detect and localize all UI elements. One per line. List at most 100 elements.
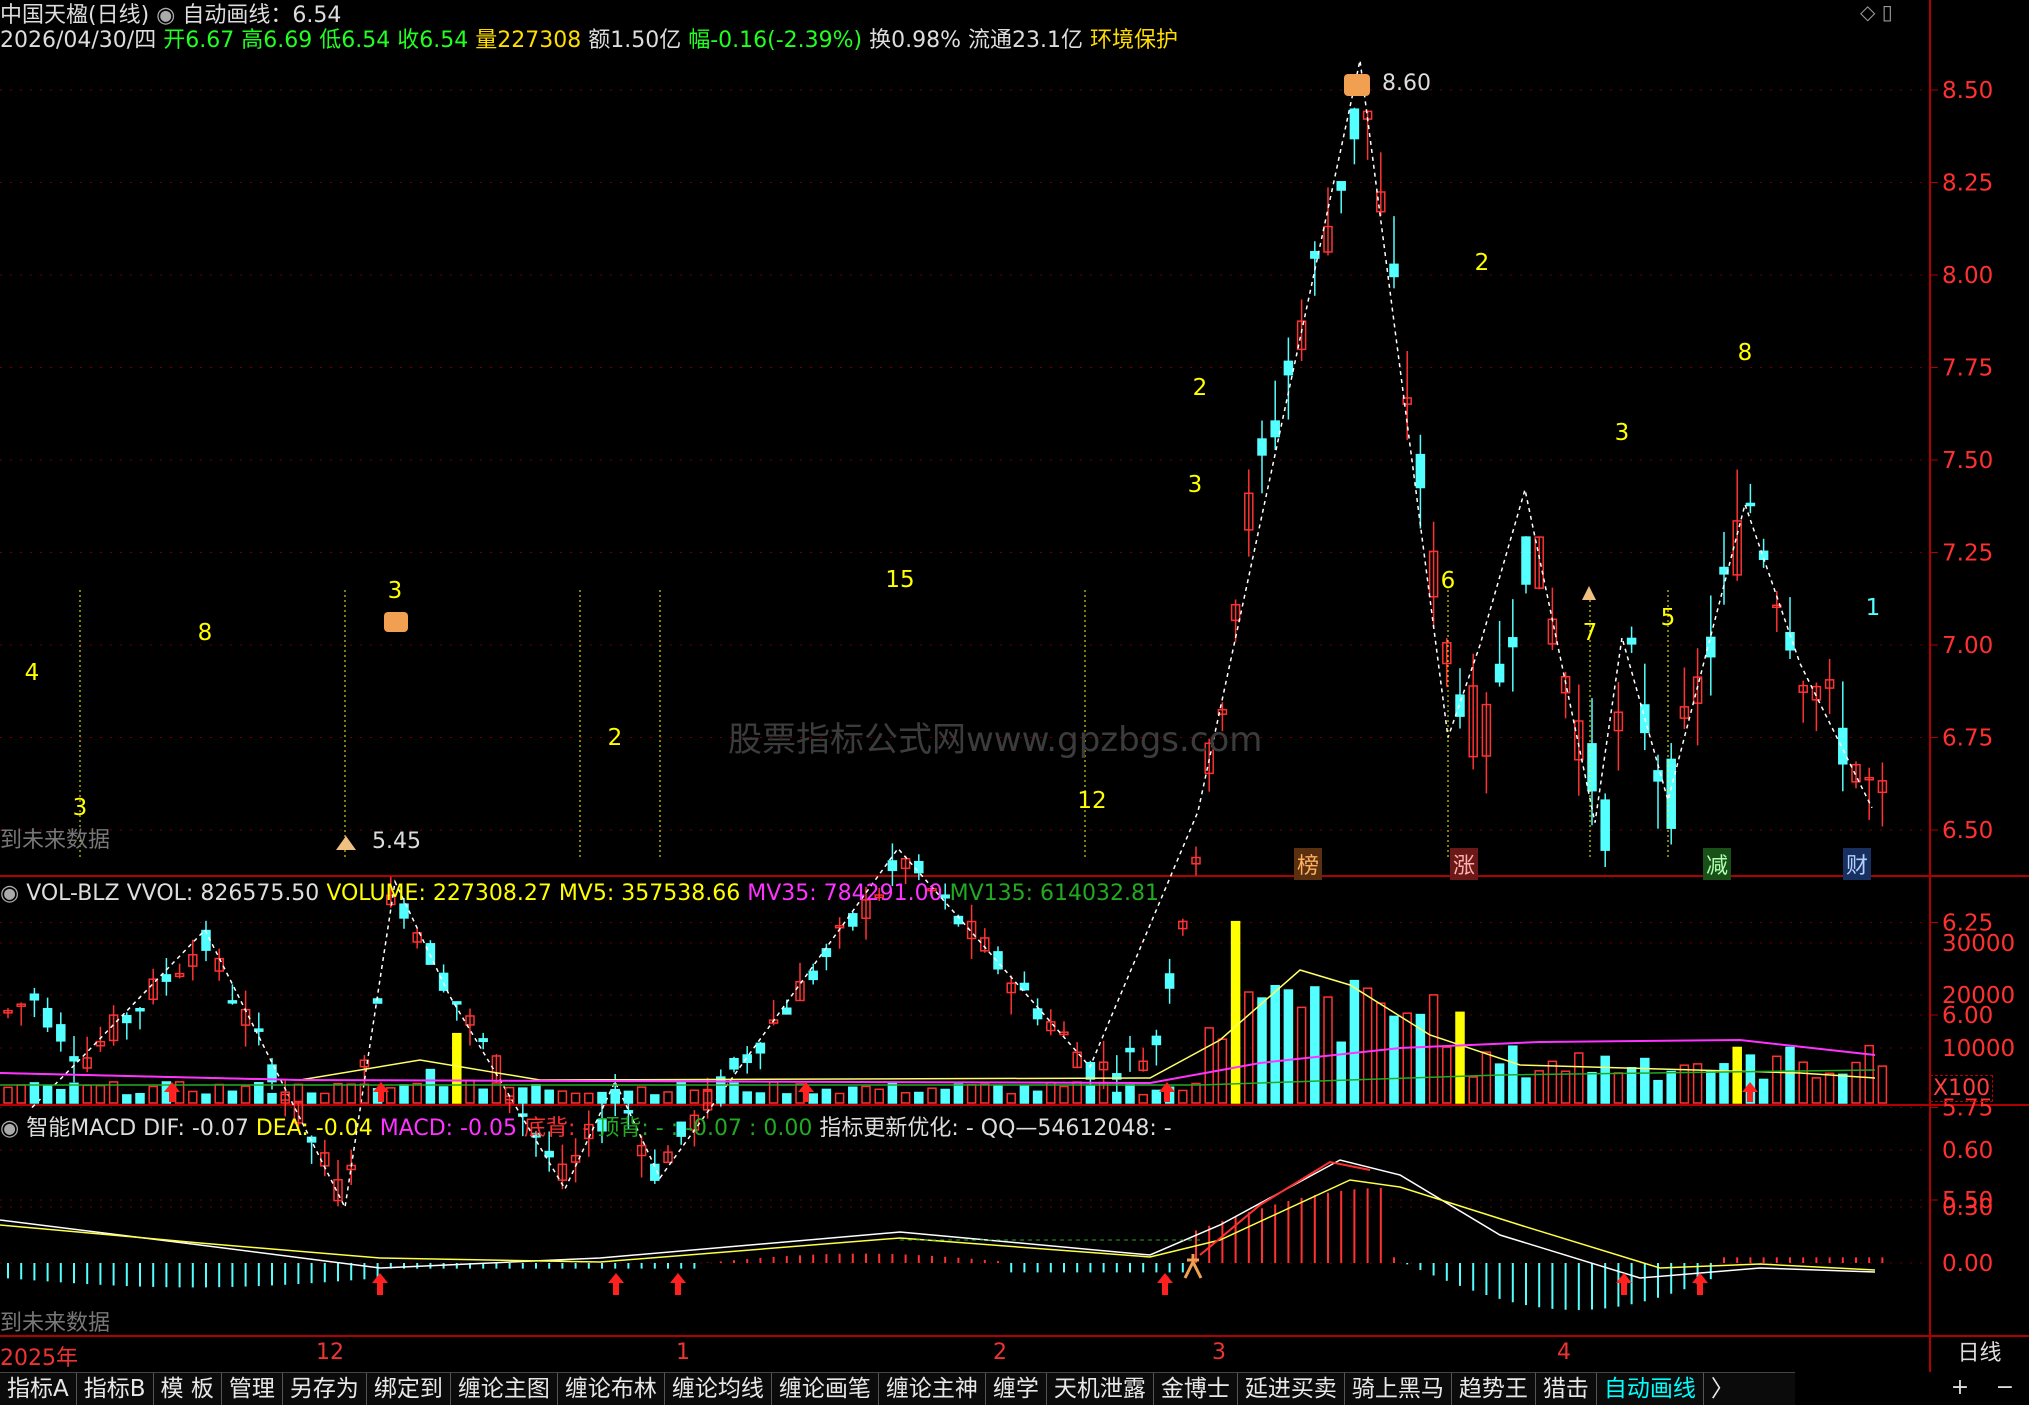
- volume-bar: [689, 1089, 700, 1104]
- tab-manage[interactable]: 管理: [222, 1373, 283, 1405]
- candle-body: [478, 1038, 488, 1043]
- volume-bar: [42, 1084, 53, 1104]
- tab-template[interactable]: 模 板: [154, 1373, 222, 1405]
- macd-dif: DIF: -0.07: [143, 1116, 249, 1141]
- volume-bar: [927, 1087, 937, 1104]
- volume-bar: [1323, 996, 1333, 1104]
- candle-body: [914, 860, 924, 874]
- candle-body: [1032, 1008, 1043, 1020]
- volume-bar: [1600, 1055, 1610, 1104]
- macd-extra2: : 0.00: [749, 1116, 813, 1141]
- tab-dr-gold[interactable]: 金博士: [1154, 1373, 1238, 1405]
- zoom-out-button[interactable]: −: [1985, 1372, 2025, 1404]
- volume-bar: [848, 1086, 858, 1104]
- volume-bar: [861, 1085, 871, 1104]
- time-axis-label: 3: [1212, 1340, 1226, 1365]
- tab-chan-boll[interactable]: 缠论布林: [558, 1373, 665, 1405]
- zoom-in-button[interactable]: +: [1940, 1372, 1980, 1404]
- candle-body: [544, 1150, 554, 1158]
- window-control-icons[interactable]: ◇ ▯: [1860, 0, 1893, 24]
- tab-chan-ma[interactable]: 缠论均线: [665, 1373, 772, 1405]
- volume-bar: [623, 1090, 634, 1104]
- candle-body: [56, 1024, 66, 1042]
- volume-bar: [1019, 1084, 1030, 1104]
- volume-bar: [122, 1094, 132, 1104]
- badge-cai[interactable]: 财: [1843, 848, 1872, 880]
- macd-extra: : -0.07: [670, 1116, 743, 1141]
- candle-body: [1349, 108, 1360, 140]
- swing-count-label: 4: [25, 660, 40, 686]
- tab-auto-draw[interactable]: 自动画线: [1597, 1373, 1704, 1405]
- swing-count-label: 2: [1193, 375, 1208, 401]
- volume-bar: [636, 1086, 647, 1104]
- badge-zhang[interactable]: 涨: [1450, 848, 1479, 880]
- tab-hunt[interactable]: 猎击: [1536, 1373, 1597, 1405]
- tab-more-button[interactable]: 〉: [1704, 1373, 1741, 1405]
- volume-bar: [3, 1086, 13, 1104]
- time-axis-label: 1: [676, 1340, 690, 1365]
- vol-name: VOL-BLZ: [26, 881, 120, 906]
- volume-bar: [821, 1088, 832, 1104]
- candle-body: [135, 1008, 145, 1012]
- volume-bar: [1640, 1057, 1650, 1104]
- vol-volume: VOLUME: 227308.27: [326, 881, 552, 906]
- quote-amount: 额1.50亿: [588, 28, 682, 53]
- volume-bar: [1811, 1077, 1822, 1104]
- macd-axis-label: 0.60: [1942, 1138, 1993, 1164]
- period-label[interactable]: 日线: [1930, 1337, 2029, 1371]
- panel-dot-icon: ◉: [0, 1116, 20, 1141]
- volume-bar: [782, 1093, 792, 1104]
- tab-chan-god[interactable]: 缠论主神: [879, 1373, 986, 1405]
- time-axis-label: 2: [993, 1340, 1007, 1365]
- candle-body: [122, 1014, 132, 1024]
- stock-chart-canvas[interactable]: 8.508.258.007.757.507.257.006.756.506.25…: [0, 0, 2029, 1404]
- swing-count-label: 3: [388, 578, 403, 604]
- tab-save-as[interactable]: 另存为: [283, 1373, 367, 1405]
- candle-body: [755, 1042, 766, 1054]
- volume-bar: [1574, 1052, 1584, 1104]
- tab-tianji[interactable]: 天机泄露: [1047, 1373, 1154, 1405]
- volume-bar: [597, 1091, 607, 1104]
- tab-yanjin[interactable]: 延进买卖: [1238, 1373, 1345, 1405]
- buy-arrow-icon: [372, 1273, 388, 1295]
- volume-bar: [1230, 920, 1241, 1104]
- volume-bar: [1824, 1072, 1835, 1104]
- tab-bind-to[interactable]: 绑定到: [367, 1373, 451, 1405]
- volume-bar: [1059, 1085, 1069, 1104]
- volume-bar: [1587, 1071, 1597, 1104]
- volume-bar: [834, 1092, 845, 1104]
- volume-bar: [135, 1092, 145, 1104]
- volume-bar: [742, 1091, 752, 1104]
- candle-body: [1283, 360, 1294, 376]
- badge-jian[interactable]: 减: [1703, 848, 1732, 880]
- swing-count-label: 3: [1615, 420, 1630, 446]
- volume-bar: [570, 1092, 581, 1104]
- tab-chan-brush[interactable]: 缠论画笔: [772, 1373, 879, 1405]
- candle-body: [1389, 263, 1399, 278]
- macd-axis-label: 0.30: [1942, 1195, 1993, 1221]
- volume-bar: [1151, 1089, 1162, 1104]
- macd-bottom-div: 底背: -: [523, 1116, 591, 1141]
- volume-bar: [465, 1079, 475, 1104]
- volume-bar: [1138, 1093, 1148, 1104]
- volume-bar: [1402, 1012, 1412, 1104]
- tab-chan-main[interactable]: 缠论主图: [451, 1373, 558, 1405]
- volume-bar: [1296, 1006, 1307, 1104]
- volume-panel-header: ◉ VOL-BLZ VVOL: 826575.50 VOLUME: 227308…: [0, 881, 1159, 906]
- tab-black-horse[interactable]: 骑上黑马: [1345, 1373, 1452, 1405]
- tab-trend-king[interactable]: 趋势王: [1452, 1373, 1536, 1405]
- tab-indicator-a[interactable]: 指标A: [0, 1373, 77, 1405]
- volume-bar: [1257, 997, 1267, 1104]
- volume-bar: [148, 1085, 158, 1104]
- swing-count-label: 2: [1475, 250, 1490, 276]
- volume-bar: [1666, 1070, 1676, 1104]
- quote-change: 幅-0.16(-2.39%): [688, 28, 863, 53]
- volume-bar: [1283, 989, 1294, 1104]
- badge-bang[interactable]: 榜: [1294, 848, 1323, 880]
- tab-chan-study[interactable]: 缠学: [986, 1373, 1047, 1405]
- tab-indicator-b[interactable]: 指标B: [77, 1373, 154, 1405]
- volume-buy-arrow-icon: [1742, 1082, 1758, 1102]
- volume-bar: [1772, 1055, 1782, 1104]
- volume-bar: [1336, 1041, 1346, 1104]
- candle-body: [1706, 636, 1716, 658]
